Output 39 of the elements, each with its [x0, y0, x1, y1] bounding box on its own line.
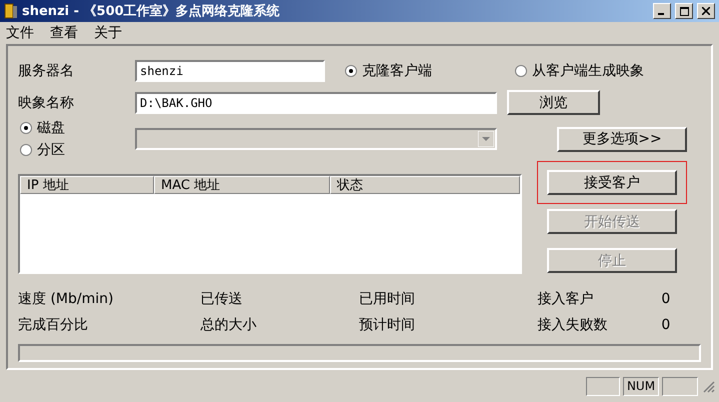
stat-label: 接入客户 [537, 290, 594, 308]
stat-label: 速度 (Mb/min) [18, 290, 114, 308]
menu-item[interactable]: 查看 [50, 24, 78, 42]
field-label: 服务器名 [18, 62, 75, 80]
stat-label: 完成百分比 [18, 316, 89, 334]
server-name-field[interactable]: shenzi [135, 60, 325, 82]
more-options-button[interactable]: 更多选项>> [557, 126, 687, 152]
minimize-button[interactable] [653, 3, 671, 19]
app-icon [4, 3, 18, 19]
radio-option[interactable]: 克隆客户端 [345, 62, 515, 80]
resize-grip-icon [701, 379, 715, 393]
stat-value: 0 [661, 317, 672, 333]
stat-label: 总的大小 [200, 316, 258, 334]
browse-button[interactable]: 浏览 [507, 90, 600, 115]
status-pane [586, 376, 620, 396]
close-icon [702, 7, 710, 15]
stat-value: 0 [661, 291, 672, 307]
menu-item[interactable]: 文件 [6, 24, 34, 42]
column-header[interactable]: MAC 地址 [154, 176, 330, 194]
maximize-icon [680, 6, 688, 16]
maximize-button[interactable] [675, 3, 693, 19]
image-name-field[interactable]: D:\BAK.GHO [135, 92, 497, 114]
stat-label: 已用时间 [359, 290, 416, 308]
radio-option[interactable]: 磁盘 [18, 119, 135, 137]
column-header[interactable]: 状态 [330, 176, 520, 194]
action-button[interactable]: 接受客户 [547, 170, 677, 195]
menu-item[interactable]: 关于 [94, 24, 122, 42]
radio-option[interactable]: 从客户端生成映象 [515, 62, 675, 80]
stat-label: 已传送 [200, 290, 244, 308]
dropdown-arrow-icon [478, 131, 494, 147]
window-title: shenzi - 《500工作室》多点网络克隆系统 [22, 2, 281, 20]
column-header[interactable]: IP 地址 [20, 176, 154, 194]
stat-label: 接入失败数 [537, 316, 608, 334]
num-lock-indicator: NUM [623, 376, 659, 396]
radio-option[interactable]: 分区 [18, 141, 135, 159]
status-pane [662, 376, 698, 396]
close-button[interactable] [697, 3, 715, 19]
field-label: 映象名称 [18, 94, 75, 112]
stat-label: 预计时间 [359, 316, 416, 334]
